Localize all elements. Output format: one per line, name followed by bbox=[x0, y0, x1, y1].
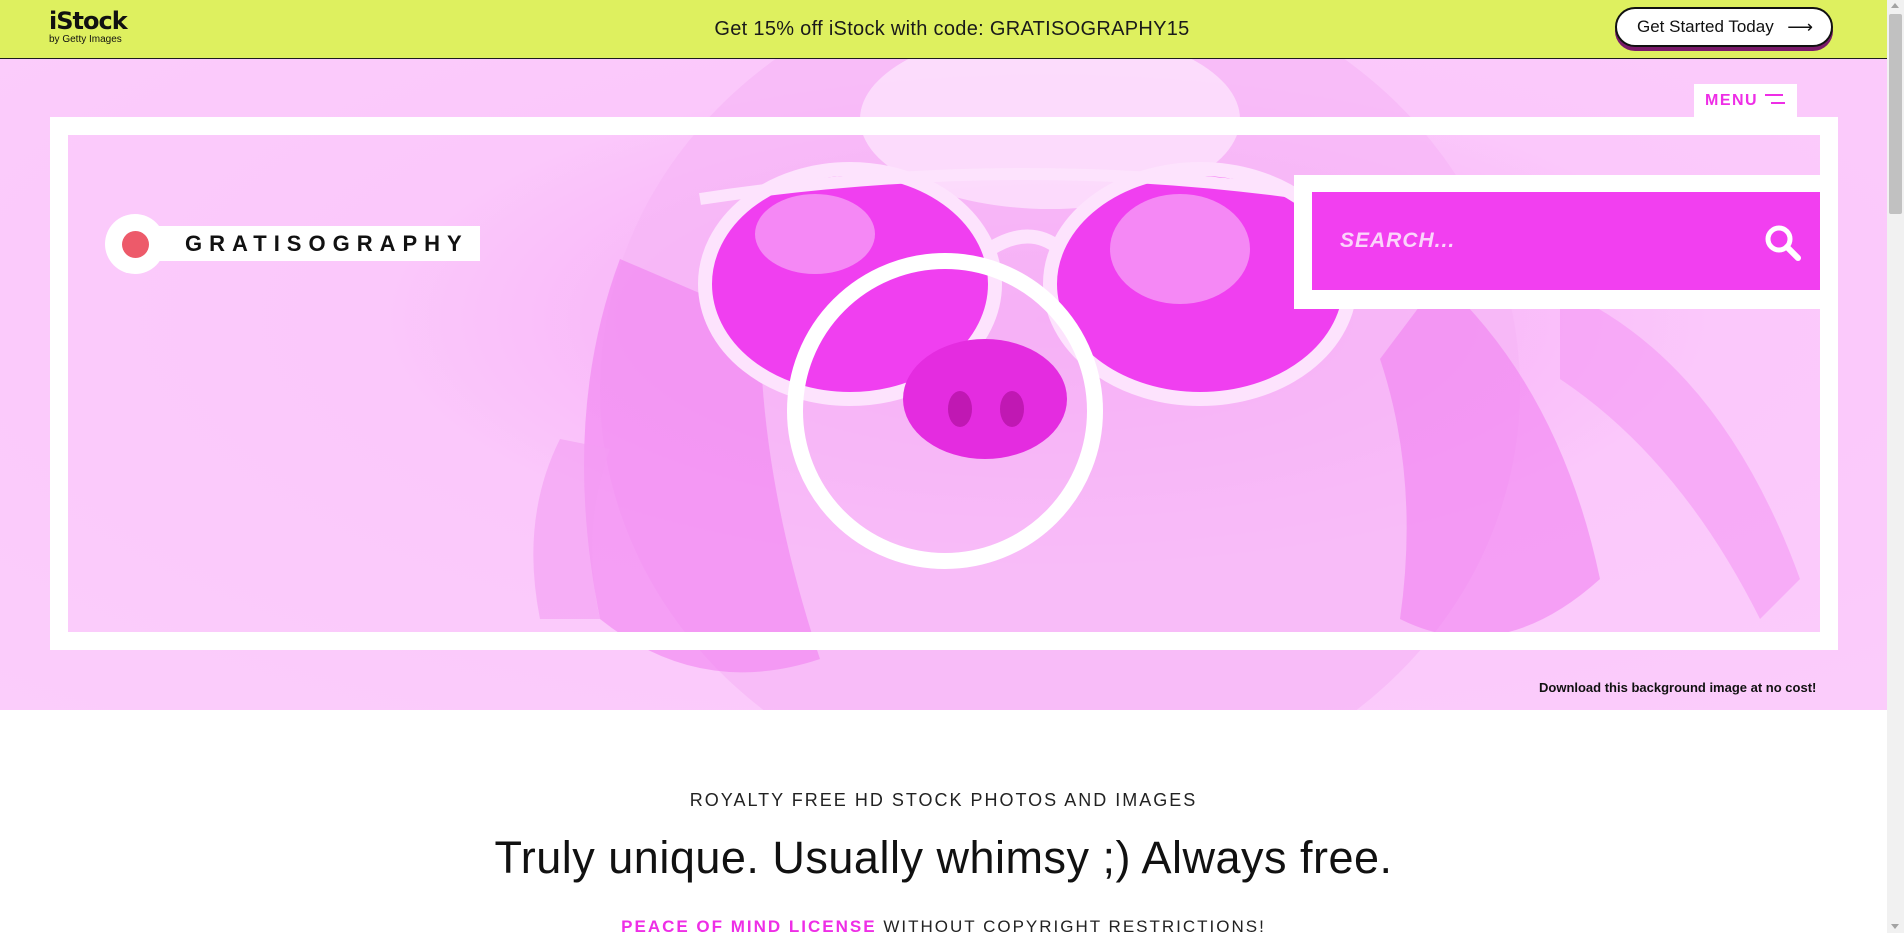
intro-headline: Truly unique. Usually whimsy ;) Always f… bbox=[494, 832, 1393, 883]
scroll-thumb[interactable] bbox=[1889, 14, 1902, 214]
search-panel: SEARCH... bbox=[1294, 175, 1838, 309]
license-link[interactable]: PEACE OF MIND LICENSE bbox=[621, 917, 876, 936]
search-icon[interactable] bbox=[1764, 224, 1802, 262]
license-rest: WITHOUT COPYRIGHT RESTRICTIONS! bbox=[883, 917, 1266, 936]
scroll-up-arrow-icon[interactable] bbox=[1891, 3, 1899, 8]
intro-eyebrow: ROYALTY FREE HD STOCK PHOTOS AND IMAGES bbox=[689, 790, 1198, 810]
arrow-right-icon: ⟶ bbox=[1787, 17, 1813, 37]
logo-dot bbox=[122, 231, 149, 258]
get-started-button[interactable]: Get Started Today ⟶ bbox=[1615, 7, 1833, 47]
hero-section: MENU GRATISOGRAPHY SEARCH... Download th… bbox=[0, 59, 1904, 710]
gratisography-logo[interactable]: GRATISOGRAPHY bbox=[105, 214, 480, 274]
get-started-label: Get Started Today bbox=[1637, 17, 1774, 36]
logo-wordmark: GRATISOGRAPHY bbox=[185, 231, 469, 256]
hamburger-icon bbox=[1765, 94, 1785, 106]
search-input[interactable]: SEARCH... bbox=[1312, 192, 1820, 290]
promo-bar: iStock by Getty Images Get 15% off iStoc… bbox=[0, 0, 1904, 59]
license-line: PEACE OF MIND LICENSE WITHOUT COPYRIGHT … bbox=[0, 917, 1887, 937]
scroll-down-arrow-icon[interactable] bbox=[1891, 924, 1899, 929]
menu-button[interactable]: MENU bbox=[1694, 84, 1797, 117]
menu-label: MENU bbox=[1705, 92, 1759, 109]
background-download-link[interactable]: Download this background image at no cos… bbox=[1539, 680, 1816, 695]
page-scrollbar[interactable] bbox=[1887, 0, 1904, 933]
